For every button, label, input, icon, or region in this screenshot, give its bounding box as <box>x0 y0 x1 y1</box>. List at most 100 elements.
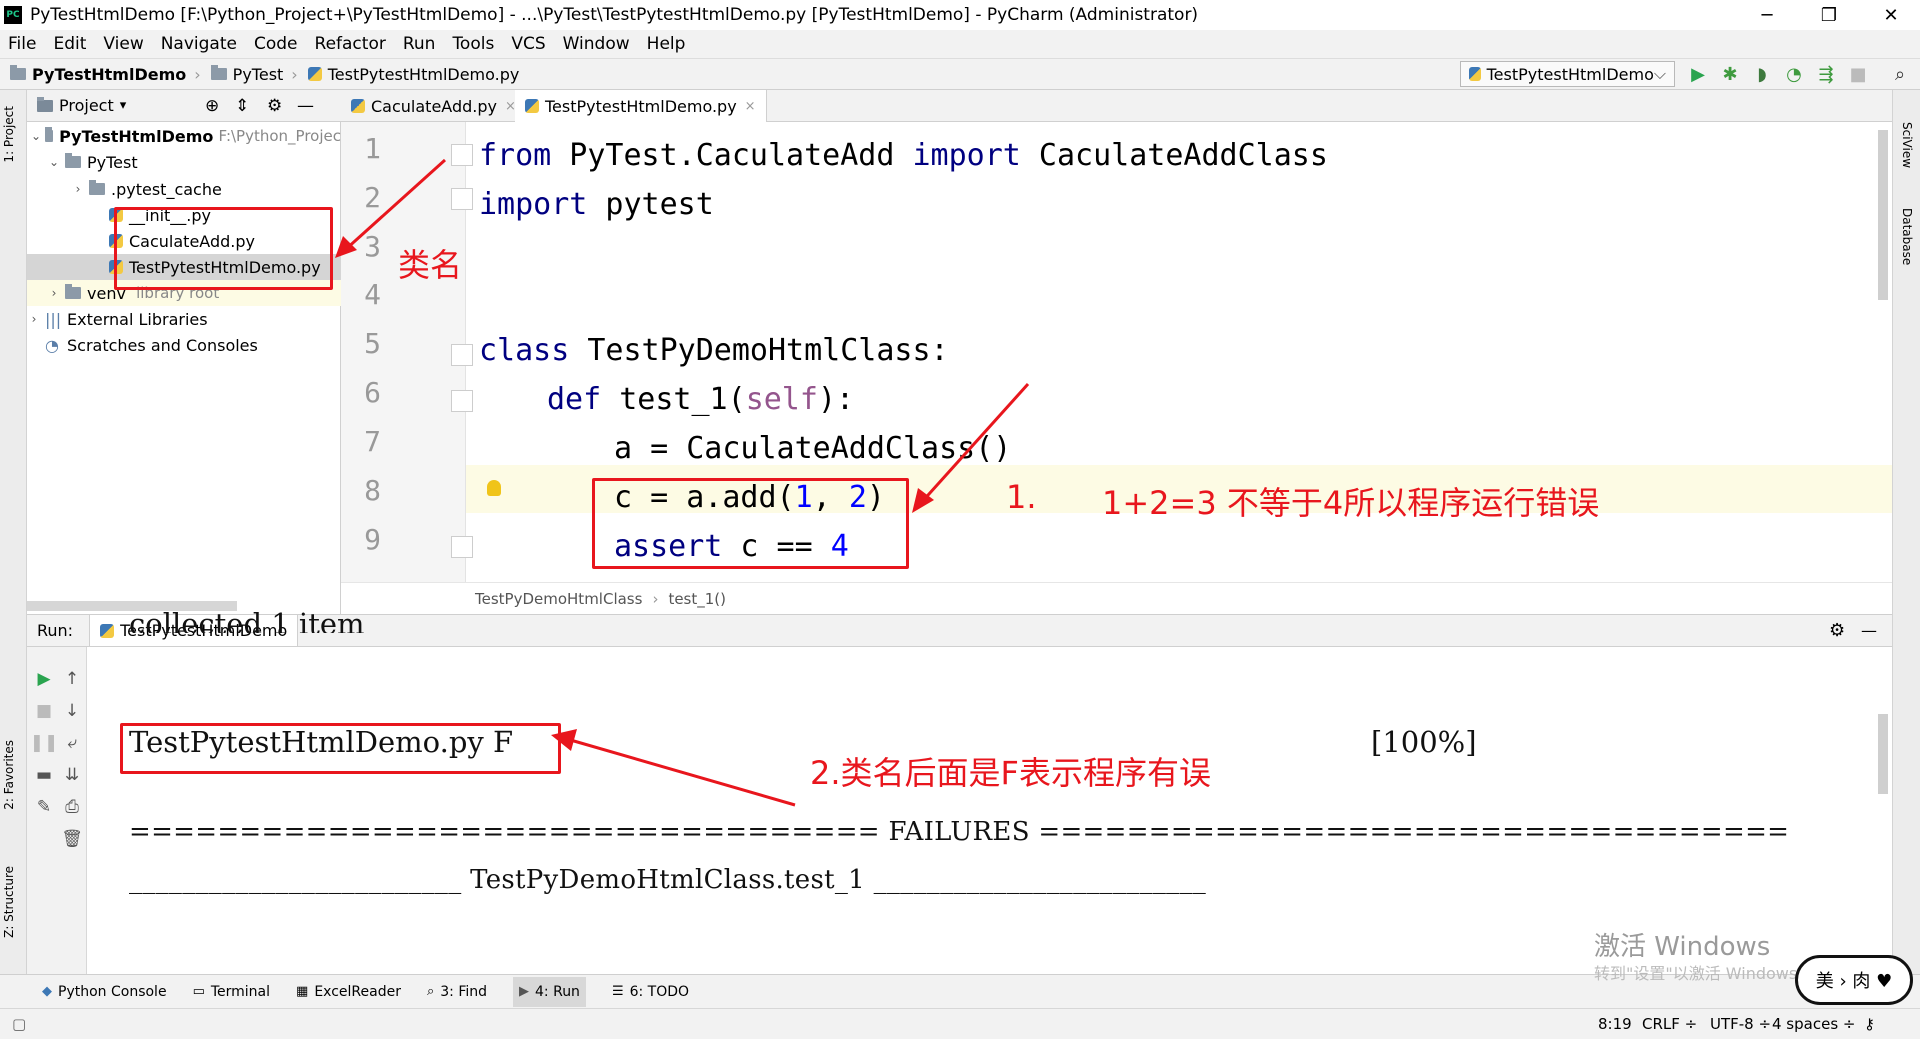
chevron-right-icon[interactable]: › <box>71 182 85 196</box>
python-icon: ◆ <box>42 984 52 999</box>
fold-marker[interactable] <box>451 536 473 558</box>
menu-code[interactable]: Code <box>254 34 298 54</box>
tree-item-pytest-cache[interactable]: › .pytest_cache <box>27 176 341 202</box>
menu-run[interactable]: Run <box>403 34 436 54</box>
trash-icon[interactable]: 🗑 <box>60 827 84 851</box>
coverage-icon[interactable]: ◗ <box>1750 62 1774 86</box>
editor-area: CaculateAdd.py × TestPytestHtmlDemo.py × 1… <box>341 90 1892 614</box>
pin-icon[interactable]: ✎ <box>32 795 56 819</box>
print-icon[interactable]: ⎙ <box>60 795 84 819</box>
indent-setting[interactable]: 4 spaces ÷ <box>1772 1015 1855 1033</box>
line-separator[interactable]: CRLF ÷ <box>1642 1015 1697 1033</box>
fold-marker[interactable] <box>451 390 473 412</box>
run-vertical-scrollbar[interactable] <box>1878 714 1888 794</box>
tab-todo[interactable]: ☰ 6: TODO <box>612 984 689 1000</box>
hide-icon[interactable]: — <box>297 96 314 116</box>
minimize-button[interactable]: ─ <box>1742 0 1792 30</box>
scroll-to-end-icon[interactable]: ⇊ <box>60 763 84 787</box>
tab-favorites[interactable]: 2: Favorites <box>2 740 16 810</box>
menu-file[interactable]: File <box>8 34 36 54</box>
tree-item-external-libraries[interactable]: › ||| External Libraries <box>27 306 341 332</box>
menu-refactor[interactable]: Refactor <box>315 34 386 54</box>
editor-breadcrumb: TestPyDemoHtmlClass › test_1() <box>341 582 1892 614</box>
collapse-all-icon[interactable]: ⇕ <box>235 96 249 116</box>
tree-item-scratches[interactable]: ◔ Scratches and Consoles <box>27 332 341 358</box>
menu-view[interactable]: View <box>103 34 143 54</box>
annotation-box-result <box>120 723 561 774</box>
gear-icon[interactable]: ⚙ <box>267 96 282 116</box>
annotation-box-file <box>114 207 333 290</box>
menu-window[interactable]: Window <box>563 34 630 54</box>
tab-sciview[interactable]: SciView <box>1900 122 1914 168</box>
tab-python-console[interactable]: ◆ Python Console <box>42 984 167 1000</box>
fold-marker[interactable] <box>451 344 473 366</box>
pycharm-logo-icon: PC <box>4 6 22 24</box>
python-file-icon <box>351 99 365 113</box>
down-icon[interactable]: ↓ <box>60 699 84 723</box>
menu-tools[interactable]: Tools <box>452 34 494 54</box>
project-view-icon <box>37 96 53 112</box>
up-icon[interactable]: ↑ <box>60 667 84 691</box>
tab-project[interactable]: 1: Project <box>2 106 16 163</box>
menu-navigate[interactable]: Navigate <box>161 34 237 54</box>
code-line-1: from PyTest.CaculateAdd import CaculateA… <box>479 138 1328 173</box>
run-panel: Run: TestPytestHtmlDemo ⚙ — ▶ ↑ ■ ↓ ❚❚ ⤶… <box>27 607 1892 975</box>
code-line-2: import pytest <box>479 187 714 222</box>
project-view-select[interactable]: Project <box>59 96 114 115</box>
tab-structure[interactable]: Z: Structure <box>2 866 16 938</box>
tab-caculateadd[interactable]: CaculateAdd.py × <box>341 90 527 122</box>
caret-position[interactable]: 8:19 <box>1598 1015 1632 1033</box>
rerun-icon[interactable]: ▶ <box>32 667 56 691</box>
tab-run[interactable]: ▶ 4: Run <box>513 976 586 1007</box>
soft-wrap-icon[interactable]: ⤶ <box>60 731 84 755</box>
nav-crumb-project[interactable]: PyTestHtmlDemo › <box>10 65 201 84</box>
file-encoding[interactable]: UTF-8 ÷ <box>1710 1015 1771 1033</box>
chevron-down-icon[interactable]: ⌄ <box>31 129 41 143</box>
stop-icon[interactable]: ■ <box>32 699 56 723</box>
layout-icon[interactable]: ▬ <box>32 763 56 787</box>
annotation-arrow-result <box>551 729 796 807</box>
folder-icon <box>89 180 105 195</box>
chevron-right-icon[interactable]: › <box>27 312 41 326</box>
nav-crumb-pytest[interactable]: PyTest › <box>210 65 298 84</box>
restore-button[interactable]: ❐ <box>1804 0 1854 30</box>
lock-icon[interactable]: ⚷ <box>1864 1015 1875 1033</box>
pause-icon[interactable]: ❚❚ <box>30 731 59 755</box>
close-icon[interactable]: × <box>745 99 756 114</box>
menu-help[interactable]: Help <box>647 34 686 54</box>
layout-icon[interactable]: ▢ <box>12 1015 26 1033</box>
debug-icon[interactable]: ✱ <box>1718 62 1742 86</box>
tree-item-project-root[interactable]: ⌄ PyTestHtmlDemo F:\Python_Projec <box>27 123 341 149</box>
annotation-note2: 2.类名后面是F表示程序有误 <box>810 754 1211 792</box>
tree-item-pytest[interactable]: ⌄ PyTest <box>27 149 341 175</box>
nav-crumb-file[interactable]: TestPytestHtmlDemo.py <box>307 65 519 84</box>
tab-database[interactable]: Database <box>1900 208 1914 265</box>
run-icon[interactable]: ▶ <box>1686 62 1710 86</box>
breadcrumb-method[interactable]: test_1() <box>668 590 726 608</box>
menu-vcs[interactable]: VCS <box>511 34 545 54</box>
chevron-right-icon[interactable]: › <box>47 286 61 300</box>
menu-edit[interactable]: Edit <box>53 34 86 54</box>
gear-icon[interactable]: ⚙ <box>1829 620 1845 641</box>
run-config-select[interactable]: TestPytestHtmlDemo ⌵ <box>1460 61 1675 87</box>
profile-icon[interactable]: ◔ <box>1782 62 1806 86</box>
stop-icon[interactable]: ■ <box>1846 62 1870 86</box>
lightbulb-icon[interactable] <box>487 480 501 496</box>
locate-icon[interactable]: ⊕ <box>205 96 219 116</box>
concurrency-icon[interactable]: ⇶ <box>1814 62 1838 86</box>
editor-vertical-scrollbar[interactable] <box>1878 130 1888 300</box>
tab-find[interactable]: ⌕ 3: Find <box>427 984 487 1000</box>
chevron-down-icon[interactable]: ▾ <box>120 98 127 113</box>
line-number: 7 <box>364 425 381 458</box>
hide-icon[interactable]: — <box>1861 621 1877 640</box>
tab-excelreader[interactable]: ▦ ExcelReader <box>296 984 401 1000</box>
tab-testpytesthtmldemo[interactable]: TestPytestHtmlDemo.py × <box>515 90 767 122</box>
tab-terminal[interactable]: ▭ Terminal <box>193 984 270 1000</box>
close-button[interactable]: ✕ <box>1866 0 1916 30</box>
chevron-down-icon[interactable]: ⌄ <box>47 155 61 169</box>
search-icon[interactable]: ⌕ <box>1888 62 1912 86</box>
run-label: Run: <box>37 621 74 640</box>
run-config-label: TestPytestHtmlDemo <box>1486 64 1654 84</box>
breadcrumb-class[interactable]: TestPyDemoHtmlClass <box>475 590 642 608</box>
windows-activation-watermark: 激活 Windows <box>1594 932 1771 962</box>
